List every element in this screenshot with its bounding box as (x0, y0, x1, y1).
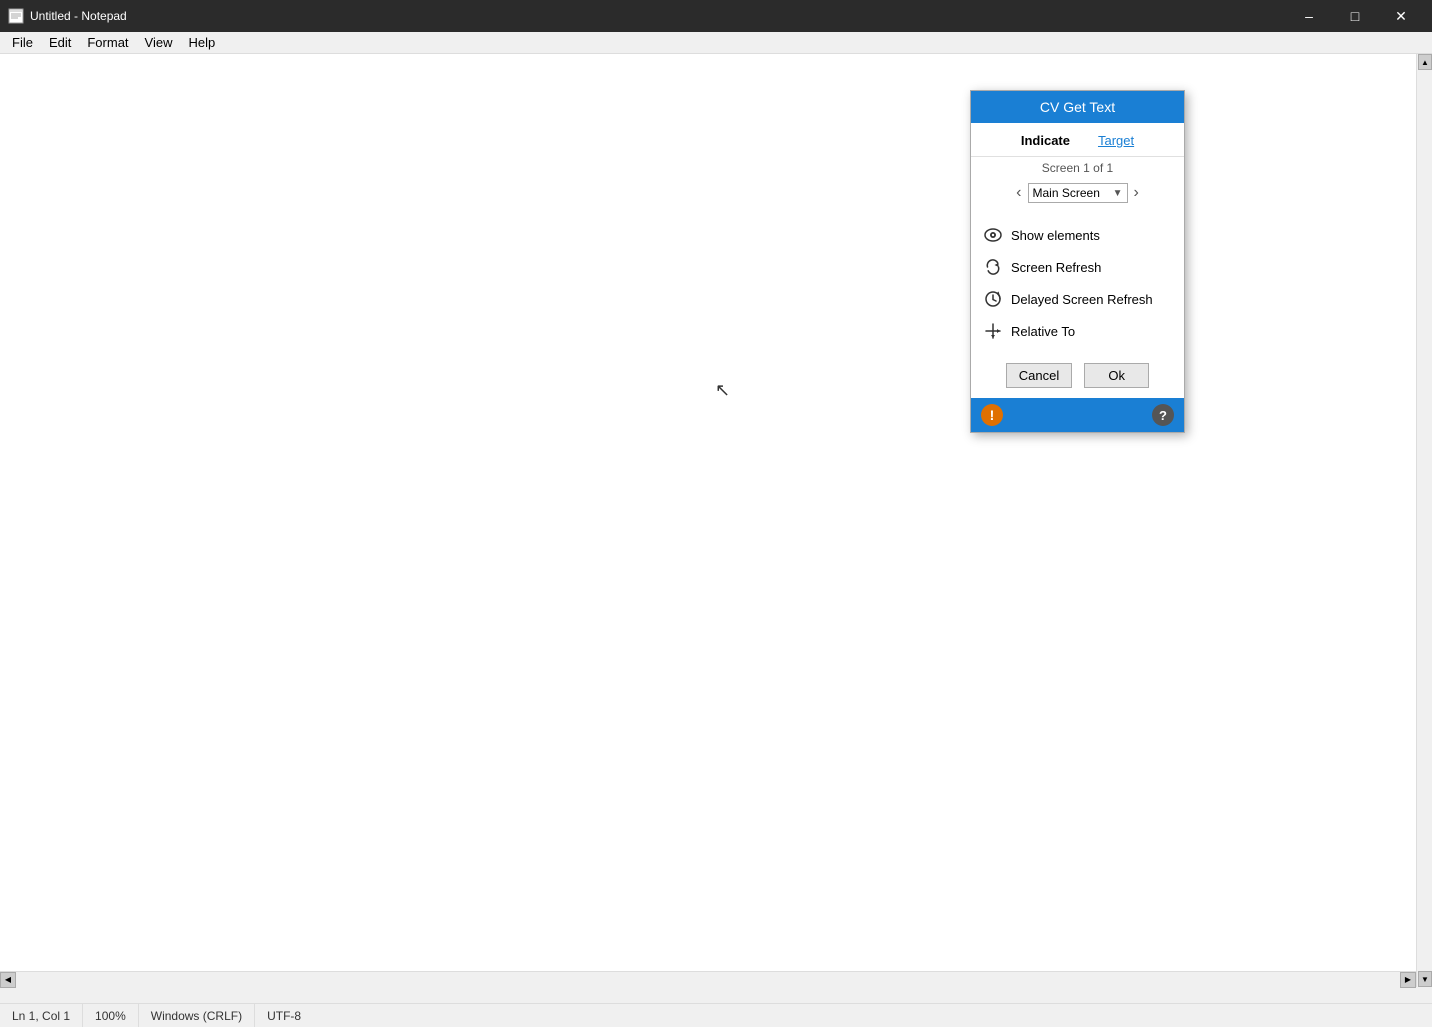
status-encoding-text: UTF-8 (267, 1009, 301, 1023)
status-zoom: 100% (83, 1004, 139, 1027)
status-position-text: Ln 1, Col 1 (12, 1009, 70, 1023)
status-encoding: UTF-8 (255, 1004, 313, 1027)
minimize-button[interactable]: – (1286, 0, 1332, 32)
screen-refresh-label: Screen Refresh (1011, 260, 1101, 275)
menu-bar: File Edit Format View Help (0, 32, 1432, 54)
app-icon (8, 8, 24, 24)
status-position: Ln 1, Col 1 (0, 1004, 83, 1027)
status-bar: Ln 1, Col 1 100% Windows (CRLF) UTF-8 (0, 1003, 1432, 1027)
option-show-elements[interactable]: Show elements (983, 219, 1172, 251)
screen-label: Screen 1 of 1 (1042, 161, 1113, 175)
scroll-left-arrow[interactable]: ◀ (0, 972, 16, 988)
editor-textarea[interactable] (0, 54, 1416, 987)
delayed-screen-refresh-label: Delayed Screen Refresh (1011, 292, 1153, 307)
scroll-up-arrow[interactable]: ▲ (1418, 54, 1432, 70)
ok-button[interactable]: Ok (1084, 363, 1149, 388)
option-screen-refresh[interactable]: Screen Refresh (983, 251, 1172, 283)
dialog-title: CV Get Text (971, 91, 1184, 123)
scroll-down-arrow[interactable]: ▼ (1418, 971, 1432, 987)
window-controls: – □ ✕ (1286, 0, 1424, 32)
relative-to-label: Relative To (1011, 324, 1075, 339)
scroll-right-arrow[interactable]: ▶ (1400, 972, 1416, 988)
cancel-button[interactable]: Cancel (1006, 363, 1072, 388)
screen-dropdown[interactable]: Main Screen ▼ (1028, 183, 1128, 203)
show-elements-label: Show elements (1011, 228, 1100, 243)
relative-to-icon (983, 321, 1003, 341)
tab-indicate[interactable]: Indicate (1017, 131, 1074, 150)
option-relative-to[interactable]: Relative To (983, 315, 1172, 347)
menu-view[interactable]: View (137, 33, 181, 52)
menu-help[interactable]: Help (180, 33, 223, 52)
cv-get-text-dialog: CV Get Text Indicate Target Screen 1 of … (970, 90, 1185, 433)
screen-nav-row: ‹ Main Screen ▼ › (1006, 177, 1149, 209)
editor-area (0, 54, 1416, 987)
menu-edit[interactable]: Edit (41, 33, 79, 52)
window-title: Untitled - Notepad (30, 9, 1286, 23)
option-delayed-screen-refresh[interactable]: Delayed Screen Refresh (983, 283, 1172, 315)
status-line-ending-text: Windows (CRLF) (151, 1009, 242, 1023)
refresh-icon (983, 257, 1003, 277)
screen-dropdown-text: Main Screen (1033, 186, 1113, 200)
dialog-options: Show elements Screen Refresh (971, 213, 1184, 353)
menu-file[interactable]: File (4, 33, 41, 52)
screen-prev-button[interactable]: ‹ (1014, 184, 1023, 202)
status-zoom-text: 100% (95, 1009, 126, 1023)
dialog-tabs: Indicate Target (971, 123, 1184, 157)
delayed-refresh-icon (983, 289, 1003, 309)
scrollbar-bottom[interactable]: ◀ ▶ (0, 971, 1416, 987)
dialog-action-buttons: Cancel Ok (971, 353, 1184, 398)
maximize-button[interactable]: □ (1332, 0, 1378, 32)
help-icon[interactable]: ? (1152, 404, 1174, 426)
dialog-footer: ! ? (971, 398, 1184, 432)
scrollbar-right[interactable]: ▲ ▼ (1416, 54, 1432, 987)
status-line-ending: Windows (CRLF) (139, 1004, 255, 1027)
screen-next-button[interactable]: › (1132, 184, 1141, 202)
chevron-down-icon: ▼ (1113, 188, 1123, 199)
close-button[interactable]: ✕ (1378, 0, 1424, 32)
eye-icon (983, 225, 1003, 245)
tab-target[interactable]: Target (1094, 131, 1138, 150)
screen-navigation: Screen 1 of 1 ‹ Main Screen ▼ › (971, 157, 1184, 213)
title-bar: Untitled - Notepad – □ ✕ (0, 0, 1432, 32)
warning-icon: ! (981, 404, 1003, 426)
menu-format[interactable]: Format (79, 33, 136, 52)
